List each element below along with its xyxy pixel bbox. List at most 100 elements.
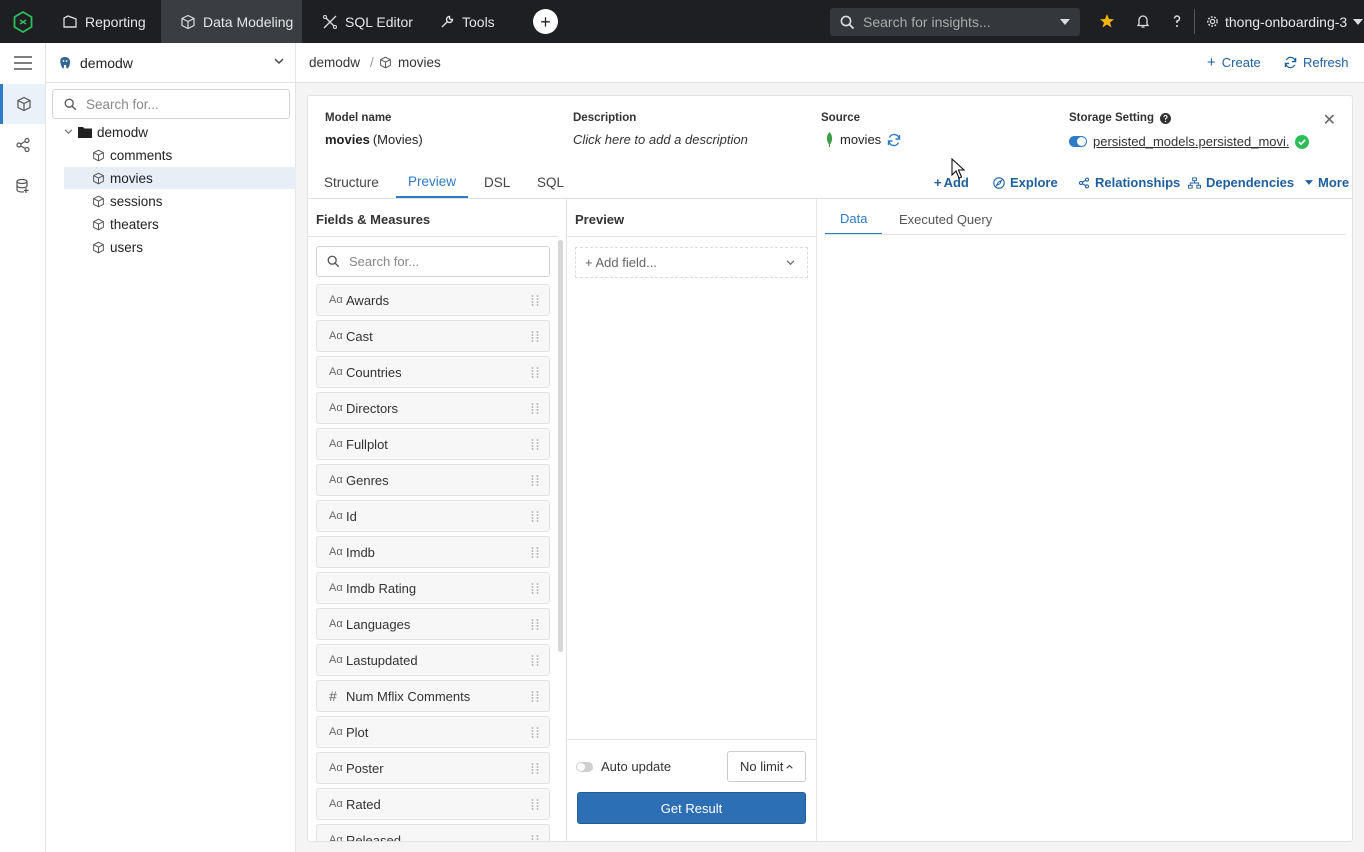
field-item[interactable]: Aα Poster xyxy=(316,752,550,784)
create-button[interactable]: + Create xyxy=(1207,55,1261,70)
relationships-button[interactable]: Relationships xyxy=(1078,175,1180,190)
tree-item-comments[interactable]: comments xyxy=(92,144,296,166)
star-icon[interactable] xyxy=(1099,13,1115,29)
field-item[interactable]: Aα Imdb Rating xyxy=(316,572,550,604)
source-field[interactable]: movies xyxy=(825,132,901,147)
drag-handle-icon[interactable] xyxy=(531,439,539,450)
help-circle-icon[interactable] xyxy=(1159,112,1171,124)
close-icon[interactable]: ✕ xyxy=(1323,110,1336,130)
drag-handle-icon[interactable] xyxy=(531,835,539,842)
row-limit-select[interactable]: No limit xyxy=(727,751,806,782)
field-item[interactable]: Aα Imdb xyxy=(316,536,550,568)
help-icon[interactable] xyxy=(1169,13,1185,29)
field-item[interactable]: Aα Countries xyxy=(316,356,550,388)
menu-toggle[interactable] xyxy=(0,43,45,83)
breadcrumb-root[interactable]: demodw / xyxy=(309,55,374,70)
divider xyxy=(816,199,817,841)
auto-update-toggle[interactable] xyxy=(576,761,593,772)
holistics-logo-icon xyxy=(13,10,32,33)
text-type-icon: Aα xyxy=(329,834,343,842)
chevron-down-icon[interactable] xyxy=(64,129,73,135)
rail-models[interactable] xyxy=(0,84,45,124)
nav-tab-sql-editor[interactable]: SQL Editor xyxy=(322,0,422,43)
drag-handle-icon[interactable] xyxy=(531,547,539,558)
more-menu-button[interactable]: More xyxy=(1305,175,1349,190)
tree-folder-demodw[interactable]: demodw xyxy=(64,121,148,143)
field-item[interactable]: Aα Genres xyxy=(316,464,550,496)
explore-button[interactable]: Explore xyxy=(993,175,1058,190)
cube-icon xyxy=(17,96,31,112)
model-name[interactable]: movies (Movies) xyxy=(325,132,423,147)
drag-handle-icon[interactable] xyxy=(531,763,539,774)
storage-link[interactable]: persisted_models.persisted_movi... xyxy=(1093,134,1289,149)
field-list-scrollbar[interactable] xyxy=(558,240,563,652)
rail-datasets[interactable] xyxy=(0,166,45,206)
sitemap-icon xyxy=(1188,176,1201,189)
tab-preview[interactable]: Preview xyxy=(396,166,469,198)
model-search-input[interactable]: Search for... xyxy=(52,89,290,119)
text-type-icon: Aα xyxy=(329,510,343,522)
add-new-button[interactable]: + xyxy=(533,9,558,34)
field-item[interactable]: Aα Released xyxy=(316,824,550,842)
field-search-input[interactable]: Search for... xyxy=(316,246,550,277)
field-item[interactable]: Aα Fullplot xyxy=(316,428,550,460)
rail-relationships[interactable] xyxy=(0,125,45,165)
description-label: Description xyxy=(573,112,637,124)
insights-search-input[interactable]: Search for insights... xyxy=(830,8,1080,36)
drag-handle-icon[interactable] xyxy=(531,727,539,738)
field-item[interactable]: Aα Plot xyxy=(316,716,550,748)
drag-handle-icon[interactable] xyxy=(531,475,539,486)
tree-item-movies[interactable]: movies xyxy=(64,167,296,189)
drag-handle-icon[interactable] xyxy=(531,655,539,666)
tree-item-users[interactable]: users xyxy=(92,236,143,258)
nav-tab-tools[interactable]: Tools xyxy=(439,0,509,43)
tree-item-theaters[interactable]: theaters xyxy=(92,213,159,235)
drag-handle-icon[interactable] xyxy=(531,691,539,702)
field-item[interactable]: Aα Directors xyxy=(316,392,550,424)
add-field-dropdown[interactable]: + Add field... xyxy=(575,247,808,278)
tab-dsl[interactable]: DSL xyxy=(484,166,510,198)
datasource-selector[interactable]: demodw xyxy=(46,43,296,83)
drag-handle-icon[interactable] xyxy=(531,583,539,594)
dependencies-button[interactable]: Dependencies xyxy=(1188,175,1294,190)
text-type-icon: Aα xyxy=(329,330,343,342)
field-item[interactable]: Aα Rated xyxy=(316,788,550,820)
drag-handle-icon[interactable] xyxy=(531,295,539,306)
field-item[interactable]: Aα Awards xyxy=(316,284,550,316)
nav-tab-data-modeling[interactable]: Data Modeling xyxy=(161,0,302,43)
nav-tab-reporting[interactable]: Reporting xyxy=(62,0,156,43)
auto-update-label: Auto update xyxy=(601,759,672,774)
drag-handle-icon[interactable] xyxy=(531,511,539,522)
drag-handle-icon[interactable] xyxy=(531,799,539,810)
bell-icon[interactable] xyxy=(1135,13,1151,29)
field-item[interactable]: # Num Mflix Comments xyxy=(316,680,550,712)
field-name: Imdb xyxy=(346,544,375,560)
caret-down-icon[interactable] xyxy=(1060,19,1070,25)
tab-sql[interactable]: SQL xyxy=(537,166,564,198)
app-logo[interactable] xyxy=(0,0,45,43)
tree-item-sessions[interactable]: sessions xyxy=(92,190,163,212)
tab-data[interactable]: Data xyxy=(825,203,883,235)
tab-executed-query[interactable]: Executed Query xyxy=(899,203,992,235)
drag-handle-icon[interactable] xyxy=(531,403,539,414)
persist-toggle[interactable] xyxy=(1069,136,1087,147)
field-item[interactable]: Aα Languages xyxy=(316,608,550,640)
field-name: Rated xyxy=(346,796,381,812)
description-field[interactable]: Click here to add a description xyxy=(573,132,748,147)
wrench-icon xyxy=(441,15,454,27)
field-item[interactable]: Aα Lastupdated xyxy=(316,644,550,676)
refresh-icon xyxy=(1284,56,1297,69)
datasource-name: demodw xyxy=(80,54,133,71)
field-item[interactable]: Aα Cast xyxy=(316,320,550,352)
drag-handle-icon[interactable] xyxy=(531,331,539,342)
relationships-icon xyxy=(1078,177,1090,188)
field-item[interactable]: Aα Id xyxy=(316,500,550,532)
account-menu[interactable]: thong-onboarding-3 xyxy=(1206,0,1364,43)
get-result-button[interactable]: Get Result xyxy=(577,792,806,824)
drag-handle-icon[interactable] xyxy=(531,367,539,378)
drag-handle-icon[interactable] xyxy=(531,619,539,630)
refresh-button[interactable]: Refresh xyxy=(1284,55,1349,70)
field-name: Languages xyxy=(346,616,411,632)
sync-icon[interactable] xyxy=(887,133,901,147)
tab-structure[interactable]: Structure xyxy=(324,166,379,198)
